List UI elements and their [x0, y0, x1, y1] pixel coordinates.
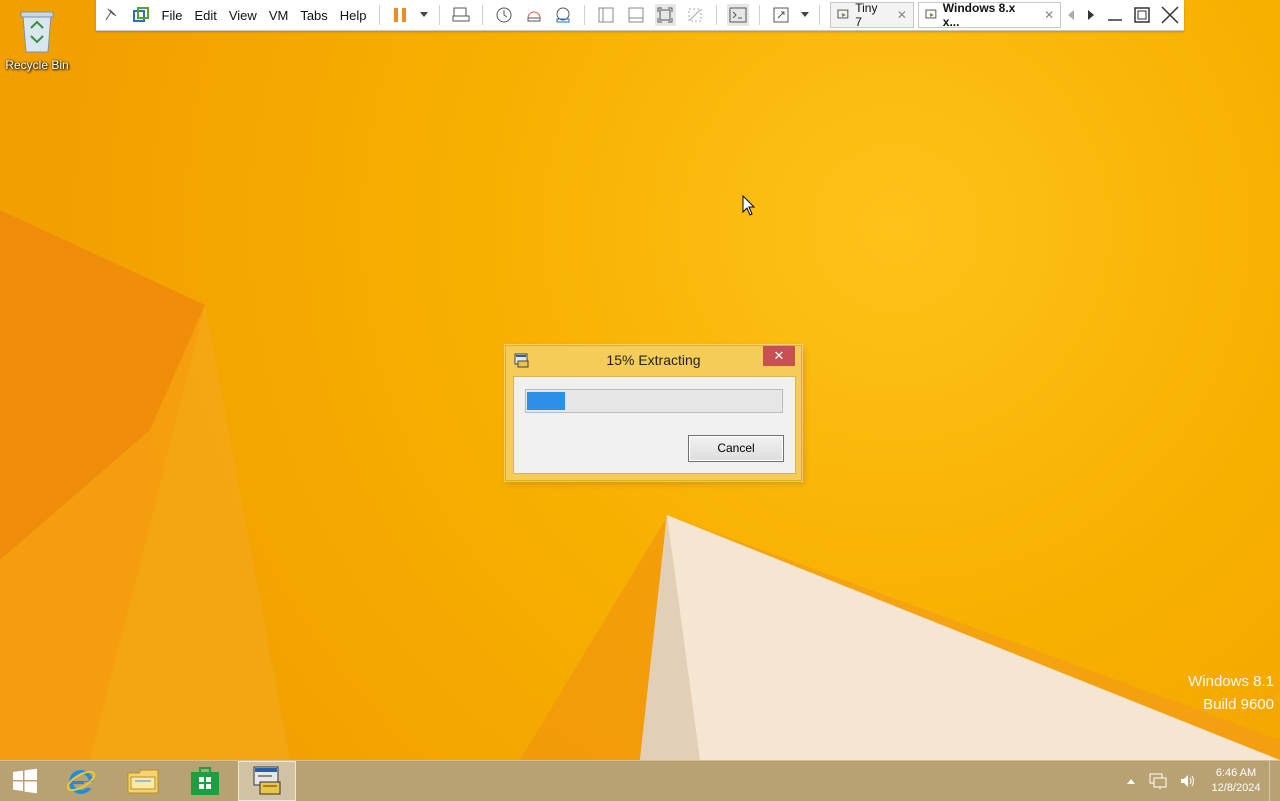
taskbar-file-explorer[interactable]: [114, 761, 172, 801]
mouse-cursor: [742, 194, 756, 222]
store-icon: [191, 767, 219, 795]
scroll-tabs-left-icon[interactable]: [1065, 4, 1077, 26]
dialog-title: 15% Extracting: [606, 352, 701, 368]
vm-tab-tiny7[interactable]: Tiny 7 ✕: [830, 1, 914, 29]
toolbar-divider: [819, 5, 821, 25]
toolbar-divider: [584, 5, 586, 25]
file-explorer-icon: [127, 769, 159, 794]
menu-tabs[interactable]: Tabs: [294, 0, 333, 30]
snapshot-icon[interactable]: [493, 4, 515, 26]
restore-icon[interactable]: [1129, 0, 1157, 30]
vmware-logo-icon: [130, 4, 152, 26]
send-ctrl-alt-del-icon[interactable]: [450, 4, 472, 26]
show-desktop-button[interactable]: [1269, 761, 1280, 801]
toolbar-divider: [439, 5, 441, 25]
snapshot-manager-icon[interactable]: [552, 4, 574, 26]
toolbar-divider: [716, 5, 718, 25]
menu-vm[interactable]: VM: [263, 0, 295, 30]
menu-file[interactable]: File: [156, 0, 189, 30]
stretch-guest-icon[interactable]: [770, 4, 792, 26]
taskbar-store[interactable]: [176, 761, 234, 801]
taskbar-installer[interactable]: [238, 761, 296, 801]
cancel-button[interactable]: Cancel: [688, 435, 784, 462]
network-icon[interactable]: [1147, 770, 1169, 792]
stretch-dropdown-chevron-icon[interactable]: [800, 4, 810, 26]
taskbar-clock[interactable]: 6:46 AM 12/8/2024: [1203, 766, 1269, 796]
recycle-bin-label: Recycle Bin: [5, 58, 69, 72]
dialog-titlebar[interactable]: 15% Extracting ✕: [506, 346, 801, 374]
pause-icon[interactable]: [390, 4, 412, 26]
extracting-dialog: 15% Extracting ✕ Cancel: [505, 345, 802, 481]
scroll-tabs-right-icon[interactable]: [1085, 4, 1097, 26]
vm-tab-windows8[interactable]: Windows 8.x x... ✕: [917, 1, 1062, 29]
system-tray: 6:46 AM 12/8/2024: [1119, 761, 1280, 801]
vm-tab-icon: [925, 9, 937, 19]
extract-progress-bar: [525, 389, 783, 413]
clock-time: 6:46 AM: [1215, 767, 1257, 779]
toolbar-divider: [758, 5, 760, 25]
tab-close-icon[interactable]: ✕: [897, 8, 907, 22]
start-button[interactable]: [0, 761, 50, 801]
show-thumbnail-bar-icon[interactable]: [625, 4, 647, 26]
windows-logo-icon: [13, 768, 37, 794]
vm-tab-icon: [837, 9, 849, 19]
show-library-icon[interactable]: [595, 4, 617, 26]
taskbar: 6:46 AM 12/8/2024: [0, 760, 1280, 801]
full-screen-icon[interactable]: [654, 4, 677, 26]
dialog-close-button[interactable]: ✕: [763, 346, 795, 366]
unity-mode-icon[interactable]: [684, 4, 706, 26]
menu-view[interactable]: View: [223, 0, 263, 30]
toolbar-divider: [378, 5, 380, 25]
windows-watermark: Windows 8.1 Build 9600: [1188, 670, 1274, 716]
revert-snapshot-icon[interactable]: [523, 4, 545, 26]
vm-tab-label: Tiny 7: [855, 1, 878, 29]
installer-icon: [253, 766, 281, 795]
recycle-bin[interactable]: Recycle Bin: [4, 6, 70, 72]
vm-toolbar: File Edit View VM Tabs Help Tiny 7 ✕ Win…: [96, 0, 1184, 31]
console-view-icon[interactable]: [727, 4, 749, 26]
dialog-client-area: Cancel: [513, 376, 796, 474]
recycle-bin-icon: [17, 6, 57, 54]
menu-edit[interactable]: Edit: [188, 0, 222, 30]
clock-date: 12/8/2024: [1211, 782, 1261, 794]
watermark-version: Windows 8.1: [1188, 673, 1274, 690]
show-hidden-icons-chevron-icon[interactable]: [1123, 770, 1139, 792]
volume-icon[interactable]: [1177, 770, 1199, 792]
toolbar-divider: [481, 5, 483, 25]
vm-tab-label: Windows 8.x x...: [942, 1, 1016, 29]
minimize-icon[interactable]: [1101, 0, 1129, 30]
pin-icon[interactable]: [100, 4, 122, 26]
watermark-build: Build 9600: [1203, 696, 1274, 713]
menu-help[interactable]: Help: [334, 0, 373, 30]
tab-close-icon[interactable]: ✕: [1044, 8, 1054, 22]
close-window-icon[interactable]: [1156, 0, 1184, 30]
taskbar-internet-explorer[interactable]: [52, 761, 110, 801]
progress-fill: [527, 392, 565, 410]
power-dropdown-chevron-icon[interactable]: [419, 4, 429, 26]
internet-explorer-icon: [66, 770, 96, 794]
